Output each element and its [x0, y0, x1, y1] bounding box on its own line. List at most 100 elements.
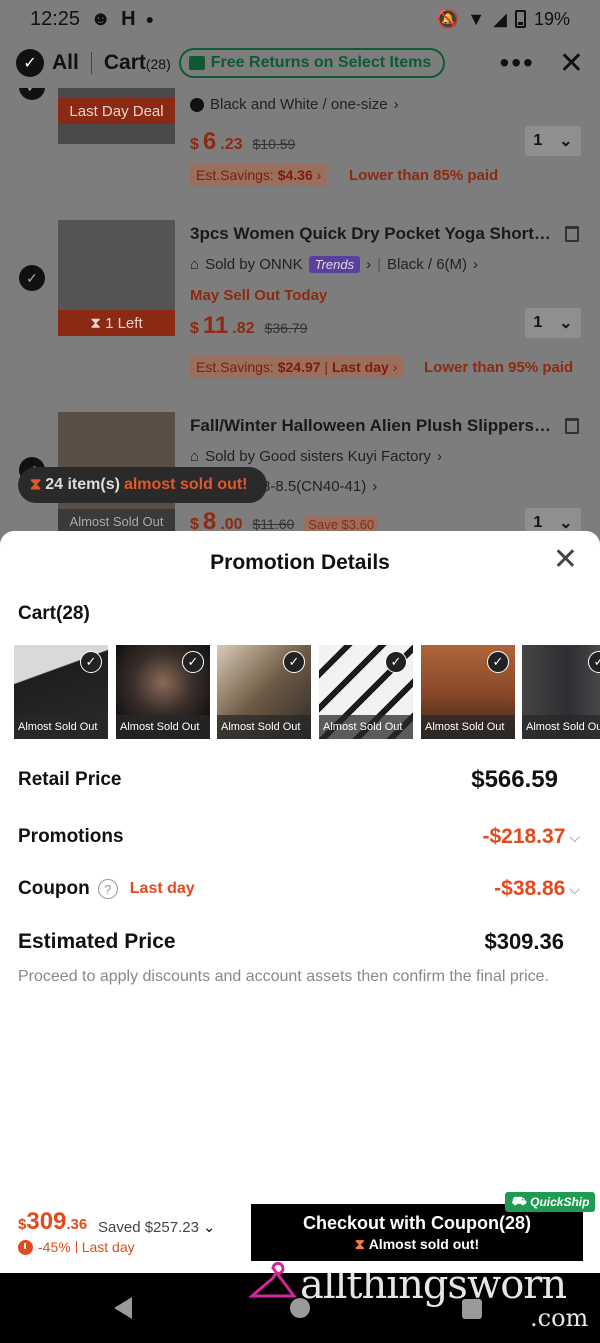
price-note: Proceed to apply discounts and account a… [18, 968, 549, 985]
chevron-down-icon: ⌄ [202, 1219, 216, 1236]
quantity-selector[interactable]: 1 ⌄ [525, 508, 581, 533]
checkmark-icon: ✓ [385, 651, 407, 673]
chevron-down-icon: ⌵ [569, 828, 580, 845]
chevron-down-icon: ⌄ [559, 315, 573, 332]
estimated-price-row: Estimated Price $309.36 [18, 929, 564, 954]
sheet-title: Promotion Details [210, 551, 390, 574]
item-title[interactable]: Fall/Winter Halloween Alien Plush Slippe… [190, 416, 552, 436]
cart-thumbnail[interactable]: ✓ Almost Sold Out [421, 645, 515, 739]
watermark-domain: .com [530, 1304, 589, 1332]
chevron-down-icon: ⌵ [569, 880, 580, 897]
close-icon[interactable]: ✕ [559, 46, 584, 81]
original-price: $10.59 [252, 136, 296, 152]
free-returns-badge[interactable]: Free Returns on Select Items [178, 48, 446, 78]
checkmark-icon: ✓ [487, 651, 509, 673]
seller-line[interactable]: ⌂ Sold by Good sisters Kuyi Factory › [190, 448, 442, 465]
item-checkbox[interactable]: ✓ [19, 88, 45, 100]
hourglass-icon: ⧗ [354, 1235, 365, 1252]
savings-badge[interactable]: Est.Savings: $4.36 › [190, 164, 328, 186]
cart-count: (28) [145, 56, 171, 72]
seller-line[interactable]: ⌂ Sold by ONNK Trends › | Black / 6(M) › [190, 256, 478, 273]
variant-selector[interactable]: 8-8.5(CN40-41) › [262, 478, 377, 495]
product-image[interactable]: Last Day Deal [58, 88, 175, 144]
chevron-down-icon: ⌄ [559, 515, 573, 532]
checkmark-icon: ✓ [182, 651, 204, 673]
trends-badge: Trends [308, 256, 361, 273]
hourglass-icon: ⧗ [30, 476, 42, 493]
trash-icon[interactable] [565, 226, 579, 242]
signal-icon: ◢ [493, 8, 507, 29]
checkout-button[interactable]: Checkout with Coupon(28) ⧗ Almost sold ou… [251, 1204, 583, 1261]
more-icon[interactable]: ••• [499, 49, 534, 77]
checkmark-icon: ✓ [80, 651, 102, 673]
variant-selector[interactable]: Black and White / one-size › [190, 96, 399, 113]
store-icon: ⌂ [190, 448, 200, 465]
promotions-row[interactable]: Promotions -$218.37 ⌵ [18, 825, 580, 849]
promotions-value: -$218.37 [482, 825, 566, 848]
product-image[interactable]: ⧗ 1 Left [58, 220, 175, 336]
lower-than-paid: Lower than 95% paid [424, 359, 574, 376]
almost-sold-out-banner[interactable]: ⧗ 24 item(s) almost sold out! [18, 467, 267, 503]
saved-amount[interactable]: Saved $257.23 ⌄ [98, 1218, 216, 1237]
gift-icon [188, 56, 205, 70]
promotion-details-sheet: Promotion Details ✕ Cart(28) ✓ Almost So… [0, 531, 600, 1273]
cart-label: Cart(28) [18, 603, 90, 624]
coupon-last-day: Last day [129, 880, 195, 897]
sell-out-warning: May Sell Out Today [190, 287, 328, 304]
divider [90, 52, 92, 74]
status-time: 12:25 [30, 7, 81, 30]
hashtag-icon: H [121, 7, 136, 30]
store-icon: ⌂ [190, 256, 200, 273]
item-price: $8.00 $11.60 Save $3.60 [190, 508, 379, 533]
truck-icon: ⛟ [511, 1194, 527, 1208]
status-bar: 12:25 ☻ H ● 🔕 ▼ ◢ 19% [0, 0, 600, 38]
cart-thumbnail[interactable]: ✓ Almost Sold Out [319, 645, 413, 739]
cart-thumbnail[interactable]: ✓ Almost Sold Out [522, 645, 600, 739]
item-price: $11.82 $36.79 [190, 312, 308, 339]
wifi-icon: ▼ [467, 8, 486, 29]
watermark: allthingsworn [300, 1262, 567, 1308]
color-swatch-icon [190, 97, 204, 112]
quickship-badge: ⛟ QuickShip [505, 1192, 596, 1212]
battery-level: 19% [533, 8, 570, 29]
discount-info: -45% Last day [18, 1239, 135, 1255]
clock-icon [18, 1239, 33, 1255]
mute-icon: 🔕 [436, 8, 460, 29]
coupon-row[interactable]: Coupon ? Last day -$38.86 ⌵ [18, 877, 580, 901]
cart-thumbnail-strip[interactable]: ✓ Almost Sold Out ✓ ✓ Almost Sold Out ✓ … [14, 645, 600, 739]
help-icon[interactable]: ? [97, 879, 118, 899]
total-price: $309.36 [18, 1208, 88, 1235]
original-price: $11.60 [252, 516, 295, 532]
quantity-selector[interactable]: 1 ⌄ [525, 126, 581, 156]
cart-list: ✓ Last Day Deal Black and White / one-si… [0, 88, 600, 533]
original-price: $36.79 [264, 320, 308, 336]
dot-icon: ● [145, 11, 155, 27]
savings-badge[interactable]: Est.Savings: $24.97 | Last day › [190, 356, 404, 378]
almost-sold-out-label: Almost Sold Out [116, 715, 210, 739]
almost-sold-out-tag: Almost Sold Out [58, 509, 175, 533]
cart-thumbnail[interactable]: ✓ Almost Sold Out [14, 645, 108, 739]
select-all-label: All [52, 51, 79, 74]
snapchat-icon: ☻ [90, 7, 112, 30]
chevron-right-icon: › [393, 96, 399, 113]
variant-selector[interactable]: Black / 6(M) [387, 256, 467, 273]
retail-price-value: $566.59 [471, 766, 558, 793]
chevron-down-icon: ⌄ [559, 133, 573, 150]
back-icon[interactable] [114, 1297, 132, 1319]
quantity-selector[interactable]: 1 ⌄ [525, 308, 581, 338]
checkout-bar: $309.36 Saved $257.23 ⌄ -45% Last day Che… [0, 1190, 600, 1273]
checkmark-icon: ✓ [283, 651, 305, 673]
trash-icon[interactable] [565, 418, 579, 434]
close-icon[interactable]: ✕ [553, 545, 578, 575]
coupon-value: -$38.86 [494, 877, 566, 900]
stock-tag: ⧗ 1 Left [58, 310, 175, 336]
item-checkbox[interactable]: ✓ [19, 265, 45, 291]
lower-than-paid: Lower than 85% paid [349, 167, 499, 184]
cart-thumbnail[interactable]: ✓ Almost Sold Out [217, 645, 311, 739]
item-price: $6.23 $10.59 [190, 128, 296, 155]
select-all-checkbox[interactable]: ✓ [16, 49, 44, 77]
item-title[interactable]: 3pcs Women Quick Dry Pocket Yoga Shorts,… [190, 224, 552, 244]
estimated-price-value: $309.36 [484, 929, 564, 954]
last-day-deal-tag: Last Day Deal [58, 98, 175, 124]
cart-header: ✓ All Cart(28) Free Returns on Select It… [0, 38, 600, 88]
